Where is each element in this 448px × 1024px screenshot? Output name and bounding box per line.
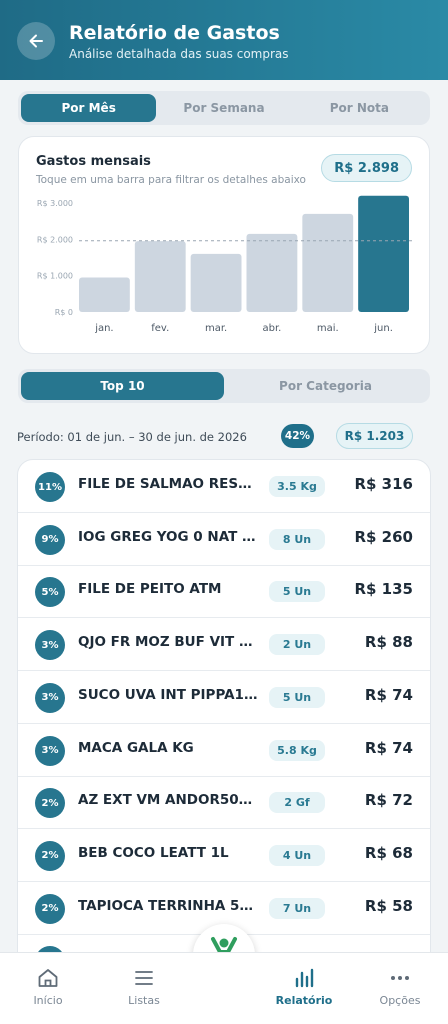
chart-bar[interactable]: [79, 277, 130, 312]
item-percent-badge: 3%: [35, 630, 65, 661]
item-price: R$ 135: [354, 580, 413, 599]
nav-item-opcoes[interactable]: Opções: [360, 953, 440, 1024]
item-price: R$ 88: [364, 633, 413, 652]
item-name: MACA GALA KG: [78, 739, 194, 756]
period-percent-badge: 42%: [281, 424, 314, 448]
top-items-list: 11% FILE DE SALMAO RESF ... 3.5 Kg R$ 316 9%…: [17, 459, 431, 979]
item-quantity-badge: 4 Un: [269, 844, 325, 866]
item-quantity-badge: 5 Un: [269, 581, 325, 603]
item-name: IOG GREG YOG 0 NAT 5...: [78, 528, 258, 545]
x-tick-label: abr.: [262, 323, 281, 334]
item-price: R$ 316: [354, 475, 413, 493]
arrow-left-icon: [29, 34, 43, 48]
x-tick-label: jan.: [94, 323, 113, 334]
x-tick-label: jun.: [373, 323, 393, 334]
item-price: R$ 68: [364, 843, 413, 862]
list-item[interactable]: 2% AZ EXT VM ANDOR500... 2 Gf R$ 72: [18, 776, 430, 830]
item-price: R$ 74: [364, 685, 413, 704]
list-item[interactable]: 3% MACA GALA KG 5.8 Kg R$ 74: [18, 724, 430, 777]
item-percent-badge: 11%: [35, 472, 65, 502]
item-price: R$ 260: [354, 527, 413, 546]
item-percent-badge: 3%: [35, 682, 65, 713]
x-tick-label: fev.: [151, 323, 169, 334]
list-item[interactable]: 3% QJO FR MOZ BUF VIT M... 2 Un R$ 88: [18, 618, 430, 672]
y-tick-label: R$ 1.000: [37, 272, 73, 281]
item-quantity-badge: 3.5 Kg: [269, 476, 325, 497]
y-tick-label: R$ 3.000: [37, 199, 73, 208]
bar-chart-icon: [295, 968, 314, 988]
list-item[interactable]: 5% FILE DE PEITO ATM 5 Un R$ 135: [18, 565, 430, 619]
more-icon: [391, 976, 409, 980]
item-quantity-badge: 8 Un: [269, 528, 325, 550]
home-icon: [38, 969, 58, 987]
back-button[interactable]: [17, 22, 55, 60]
item-percent-badge: 2%: [35, 840, 65, 871]
item-name: FILE DE SALMAO RESF ...: [78, 476, 258, 492]
item-price: R$ 58: [364, 896, 413, 915]
item-price: R$ 74: [364, 738, 413, 757]
tab-top-10[interactable]: Top 10: [21, 372, 224, 400]
item-name: FILE DE PEITO ATM: [78, 581, 222, 598]
item-name: AZ EXT VM ANDOR500...: [78, 792, 258, 809]
item-name: TAPIOCA TERRINHA 50...: [78, 897, 258, 914]
header: Relatório de Gastos Análise detalhada da…: [0, 0, 448, 80]
tab-por-semana[interactable]: Por Semana: [156, 94, 291, 122]
chart-bar[interactable]: [190, 253, 242, 312]
item-quantity-badge: 2 Gf: [269, 792, 325, 814]
chart-bar[interactable]: [302, 213, 354, 312]
tab-por-mes[interactable]: Por Mês: [21, 94, 157, 122]
nav-label-opcoes: Opções: [379, 994, 421, 1007]
chart-bar[interactable]: [134, 241, 186, 312]
item-percent-badge: 2%: [35, 788, 65, 819]
x-tick-label: mar.: [205, 323, 227, 334]
item-quantity-badge: 5 Un: [269, 686, 325, 708]
monthly-bar-chart: R$ 0 R$ 1.000 R$ 2.000 R$ 3.000 jan. fev. mar.…: [37, 195, 414, 334]
tab-por-categoria[interactable]: Por Categoria: [224, 372, 427, 400]
list-icon: [135, 971, 153, 985]
period-label: Período: 01 de jun. – 30 de jun. de 2026: [17, 430, 247, 444]
chart-bar[interactable]: [246, 233, 298, 312]
item-quantity-badge: 5.8 Kg: [269, 739, 325, 761]
y-tick-label: R$ 0: [55, 308, 73, 317]
page-subtitle: Análise detalhada das suas compras: [69, 47, 289, 61]
x-tick-label: mai.: [317, 323, 339, 334]
item-quantity-badge: 7 Un: [269, 897, 325, 919]
period-tabs: Por Mês Por Semana Por Nota: [18, 91, 430, 125]
period-total-badge: R$ 1.203: [336, 423, 413, 449]
item-name: SUCO UVA INT PIPPA1 35: [78, 686, 258, 703]
item-quantity-badge: 2 Un: [269, 634, 325, 656]
y-tick-label: R$ 2.000: [37, 235, 73, 244]
item-percent-badge: 3%: [35, 735, 65, 766]
nav-item-listas[interactable]: Listas: [104, 953, 184, 1024]
list-item[interactable]: 11% FILE DE SALMAO RESF ... 3.5 Kg R$ 316: [18, 460, 430, 513]
item-price: R$ 72: [364, 791, 413, 810]
nav-label-relatorio: Relatório: [275, 994, 333, 1007]
list-item[interactable]: 2% BEB COCO LEATT 1L 4 Un R$ 68: [18, 829, 430, 882]
page-title: Relatório de Gastos: [69, 22, 280, 44]
item-percent-badge: 9%: [35, 524, 65, 555]
item-percent-badge: 2%: [35, 893, 65, 924]
monthly-chart-card: Gastos mensais Toque em uma barra para f…: [18, 136, 430, 354]
item-percent-badge: 5%: [35, 577, 65, 608]
nav-item-relatorio[interactable]: Relatório: [264, 953, 344, 1024]
bottom-nav: Início Listas Relatório Opções: [0, 952, 448, 1024]
view-tabs: Top 10 Por Categoria: [18, 369, 430, 403]
chart-bar[interactable]: [358, 195, 409, 312]
item-name: BEB COCO LEATT 1L: [78, 844, 229, 861]
list-item[interactable]: 9% IOG GREG YOG 0 NAT 5... 8 Un R$ 260: [18, 513, 430, 566]
nav-item-inicio[interactable]: Início: [8, 953, 88, 1024]
nav-label-listas: Listas: [128, 994, 160, 1007]
item-name: QJO FR MOZ BUF VIT M...: [78, 634, 258, 651]
nav-label-inicio: Início: [33, 994, 63, 1007]
tab-por-nota[interactable]: Por Nota: [292, 94, 427, 122]
list-item[interactable]: 3% SUCO UVA INT PIPPA1 35 5 Un R$ 74: [18, 671, 430, 724]
